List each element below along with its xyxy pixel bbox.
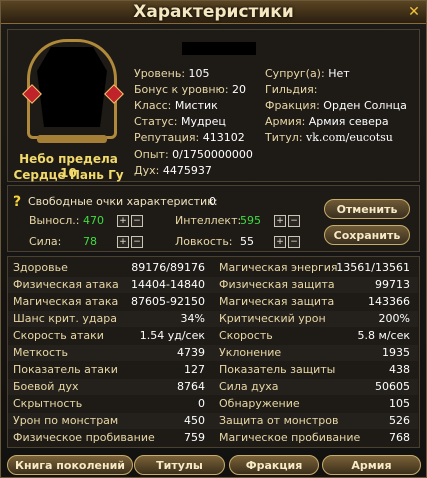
stats-row: Боевой дух 8764 Сила духа 50605 bbox=[8, 379, 418, 395]
portrait-frame bbox=[27, 39, 117, 139]
faction-row: Фракция: Орден Солнца bbox=[265, 99, 407, 112]
guild-row: Гильдия: bbox=[265, 83, 318, 96]
spouse-row: Супруг(а): Нет bbox=[265, 67, 350, 80]
stats-row: Здоровье 89176/89176 Магическая энергия 135… bbox=[13, 261, 410, 274]
stats-row: Магическая атака 87605-92150 Магическая за… bbox=[13, 295, 410, 308]
stats-row: Шанс крит. удара 34% Критический урон 200% bbox=[8, 311, 418, 327]
intellect-label: Интеллект: bbox=[175, 214, 242, 227]
rank-subtitle: Сердце Пань Гу bbox=[13, 168, 124, 182]
titles-button[interactable]: Титулы bbox=[134, 455, 225, 475]
class-row: Класс: Мистик bbox=[134, 99, 218, 112]
strength-plus-button[interactable]: + bbox=[117, 236, 129, 248]
agility-label: Ловкость: bbox=[175, 235, 233, 248]
level-row: Уровень: 105 bbox=[134, 67, 210, 80]
stats-row: Скорость атаки 1.54 уд/сек Скорость 5.8 м/с… bbox=[13, 329, 410, 342]
portrait-base bbox=[37, 135, 107, 143]
army-row: Армия: Армия севера bbox=[265, 115, 389, 128]
strength-minus-button[interactable]: − bbox=[131, 236, 143, 248]
level-bonus-row: Бонус к уровню: 20 bbox=[134, 83, 247, 96]
character-portrait bbox=[22, 39, 124, 143]
character-name-redacted bbox=[182, 42, 256, 55]
agility-value: 55 bbox=[240, 235, 254, 248]
free-points-value: 0 bbox=[209, 195, 216, 208]
strength-label: Сила: bbox=[29, 235, 62, 248]
intellect-plus-button[interactable]: + bbox=[274, 215, 286, 227]
close-icon[interactable]: ✕ bbox=[406, 4, 422, 20]
intellect-minus-button[interactable]: − bbox=[288, 215, 300, 227]
army-button[interactable]: Армия bbox=[322, 455, 421, 475]
strength-value: 78 bbox=[83, 235, 97, 248]
reputation-row: Репутация: 413102 bbox=[134, 131, 245, 144]
spirit-row: Дух: 4475937 bbox=[134, 164, 212, 177]
cancel-button[interactable]: Отменить bbox=[324, 199, 410, 219]
title-bar[interactable]: Характеристики ✕ bbox=[1, 1, 426, 24]
stats-row: Меткость 4739 Уклонение 1935 bbox=[8, 345, 418, 361]
stamina-label: Выносл.: bbox=[29, 214, 80, 227]
free-points-label: Свободные очки характеристик: bbox=[28, 195, 218, 208]
stats-row: Скрытность 0 Обнаружение 105 bbox=[13, 397, 410, 410]
stamina-plus-button[interactable]: + bbox=[117, 215, 129, 227]
generations-book-button[interactable]: Книга поколений bbox=[7, 455, 133, 475]
stats-row: Физическое пробивание 759 Магическое проби… bbox=[13, 431, 410, 444]
agility-minus-button[interactable]: − bbox=[288, 236, 300, 248]
intellect-value: 595 bbox=[240, 214, 261, 227]
faction-button[interactable]: Фракция bbox=[229, 455, 319, 475]
agility-plus-button[interactable]: + bbox=[274, 236, 286, 248]
character-window: Характеристики ✕ Небо предела 10 Сердце … bbox=[0, 0, 427, 478]
experience-row: Опыт: 0/1750000000 bbox=[134, 148, 253, 161]
window-title: Характеристики bbox=[133, 2, 294, 22]
save-button[interactable]: Сохранить bbox=[324, 225, 410, 245]
stamina-minus-button[interactable]: − bbox=[131, 215, 143, 227]
stats-row: Урон по монстрам 450 Защита от монстров 526 bbox=[8, 413, 418, 429]
stats-row: Физическая атака 14404-14840 Физическая за… bbox=[8, 277, 418, 293]
stamina-value: 470 bbox=[83, 214, 104, 227]
title-row: Титул: vk.com/eucotsu bbox=[265, 131, 393, 144]
question-icon[interactable]: ? bbox=[13, 194, 21, 210]
status-row: Статус: Мудрец bbox=[134, 115, 226, 128]
stats-row: Показатель атаки 127 Показатель защиты 438 bbox=[13, 363, 410, 376]
